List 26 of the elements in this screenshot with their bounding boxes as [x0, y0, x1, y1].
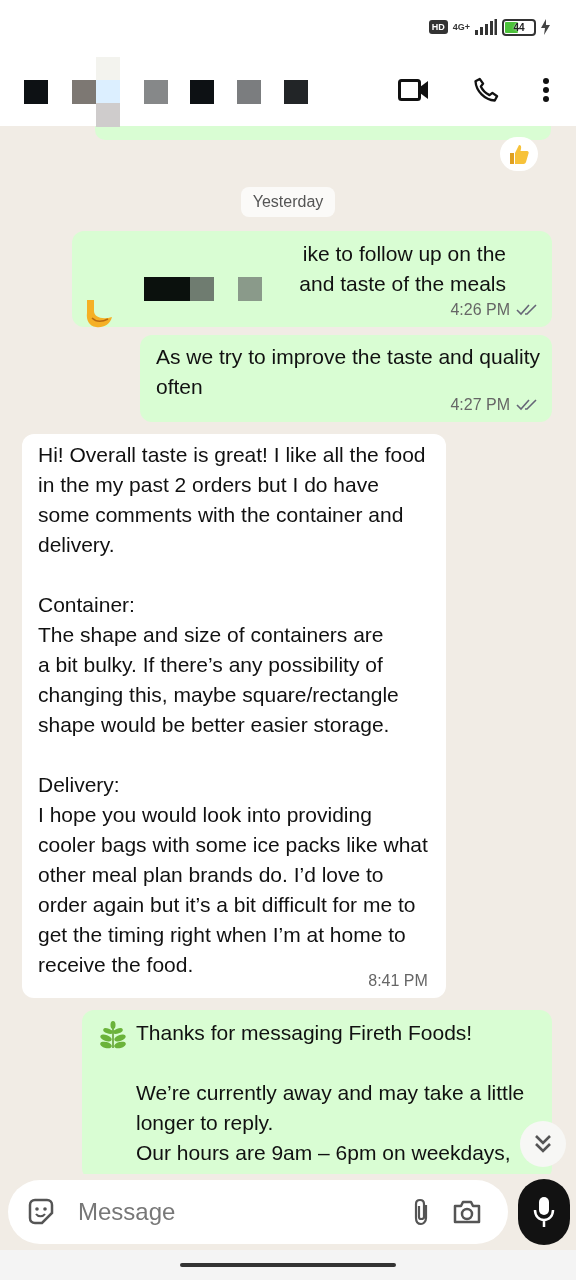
- leaf-icon: [98, 1020, 128, 1050]
- message-text: As we try to improve the taste and quality often: [155, 344, 540, 398]
- message-field[interactable]: Message: [8, 1180, 508, 1244]
- microphone-icon: [533, 1196, 555, 1228]
- video-call-icon[interactable]: [398, 78, 430, 102]
- thumbs-up-icon: [507, 142, 531, 166]
- camera-icon[interactable]: [452, 1199, 482, 1225]
- phone-icon[interactable]: [472, 76, 500, 104]
- double-chevron-down-icon: [533, 1133, 553, 1155]
- double-check-icon: [516, 398, 540, 412]
- hd-badge: HD: [428, 20, 448, 34]
- message-text: ike to follow up on the: [302, 241, 506, 267]
- message-time: 8:41 PM: [368, 972, 428, 990]
- network-type: 4G+: [452, 22, 470, 32]
- date-divider: Yesterday: [240, 187, 336, 217]
- message-time: 4:27 PM: [450, 396, 510, 414]
- scroll-down-button[interactable]: [520, 1121, 566, 1167]
- message-input[interactable]: Message: [76, 1197, 390, 1227]
- double-check-icon: [516, 303, 540, 317]
- more-options-icon[interactable]: [542, 77, 550, 103]
- sticker-icon[interactable]: [26, 1197, 56, 1227]
- message-text: Thanks for messaging Fireth Foods! We’re currently away and may take a little longer to reply. Our hours are 9am – 6pm on weekdays,: [136, 1020, 525, 1166]
- voice-message-button[interactable]: [518, 1179, 570, 1245]
- message-time: 4:26 PM: [450, 301, 510, 319]
- message-text: and taste of the meals: [299, 271, 506, 297]
- signal-icon: [475, 19, 497, 35]
